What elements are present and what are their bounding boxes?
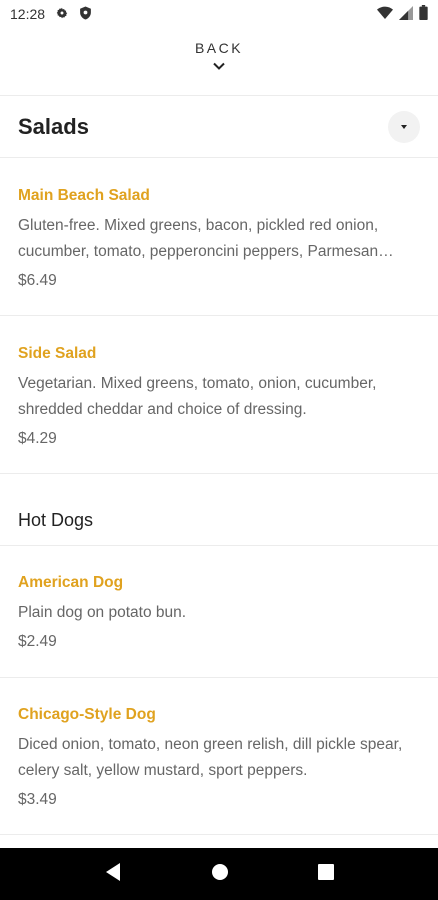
status-right <box>377 5 428 23</box>
item-price: $6.49 <box>18 272 57 289</box>
item-description: Diced onion, tomato, neon green relish, … <box>18 736 403 779</box>
item-name: Chicago-Style Dog <box>18 706 156 723</box>
item-description: Vegetarian. Mixed greens, tomato, onion,… <box>18 375 377 418</box>
menu-item[interactable]: American Dog Plain dog on potato bun. $2… <box>0 572 438 654</box>
back-button[interactable]: BACK <box>0 40 438 84</box>
cell-signal-icon <box>399 5 413 23</box>
item-name: American Dog <box>18 574 124 591</box>
item-name: Side Salad <box>18 345 97 362</box>
section-dropdown-button[interactable] <box>388 111 420 143</box>
divider <box>0 545 438 546</box>
section-header-salads[interactable]: Salads <box>0 96 438 158</box>
divider <box>0 315 438 316</box>
item-price: $3.49 <box>18 791 57 808</box>
nav-home-icon[interactable] <box>211 863 229 886</box>
section-title-hot-dogs: Hot Dogs <box>18 510 94 530</box>
divider <box>0 677 438 678</box>
divider <box>0 157 438 158</box>
nav-back-icon[interactable] <box>104 862 122 887</box>
back-label: BACK <box>194 40 244 56</box>
item-name: Main Beach Salad <box>18 187 150 204</box>
shield-icon <box>79 6 92 23</box>
status-bar: 12:28 <box>0 0 438 28</box>
menu-item[interactable]: Chicago-Style Dog Diced onion, tomato, n… <box>0 704 438 812</box>
section-title: Salads <box>18 114 89 139</box>
status-left: 12:28 <box>10 6 92 23</box>
menu-item[interactable]: Main Beach Salad Gluten-free. Mixed gree… <box>0 185 438 293</box>
item-price: $2.49 <box>18 633 57 650</box>
nav-recents-icon[interactable] <box>317 863 334 885</box>
wifi-icon <box>377 6 393 23</box>
divider <box>0 834 438 835</box>
caret-down-icon <box>401 125 407 129</box>
item-description: Plain dog on potato bun. <box>18 604 187 621</box>
battery-icon <box>419 5 428 23</box>
system-navigation-bar <box>0 848 438 900</box>
status-time: 12:28 <box>10 6 46 22</box>
menu-item[interactable]: Side Salad Vegetarian. Mixed greens, tom… <box>0 343 438 451</box>
divider <box>0 473 438 474</box>
settings-gear-icon <box>55 6 69 23</box>
item-description: Gluten-free. Mixed greens, bacon, pickle… <box>18 217 379 260</box>
chevron-down-icon <box>213 58 225 76</box>
item-price: $4.29 <box>18 430 57 447</box>
